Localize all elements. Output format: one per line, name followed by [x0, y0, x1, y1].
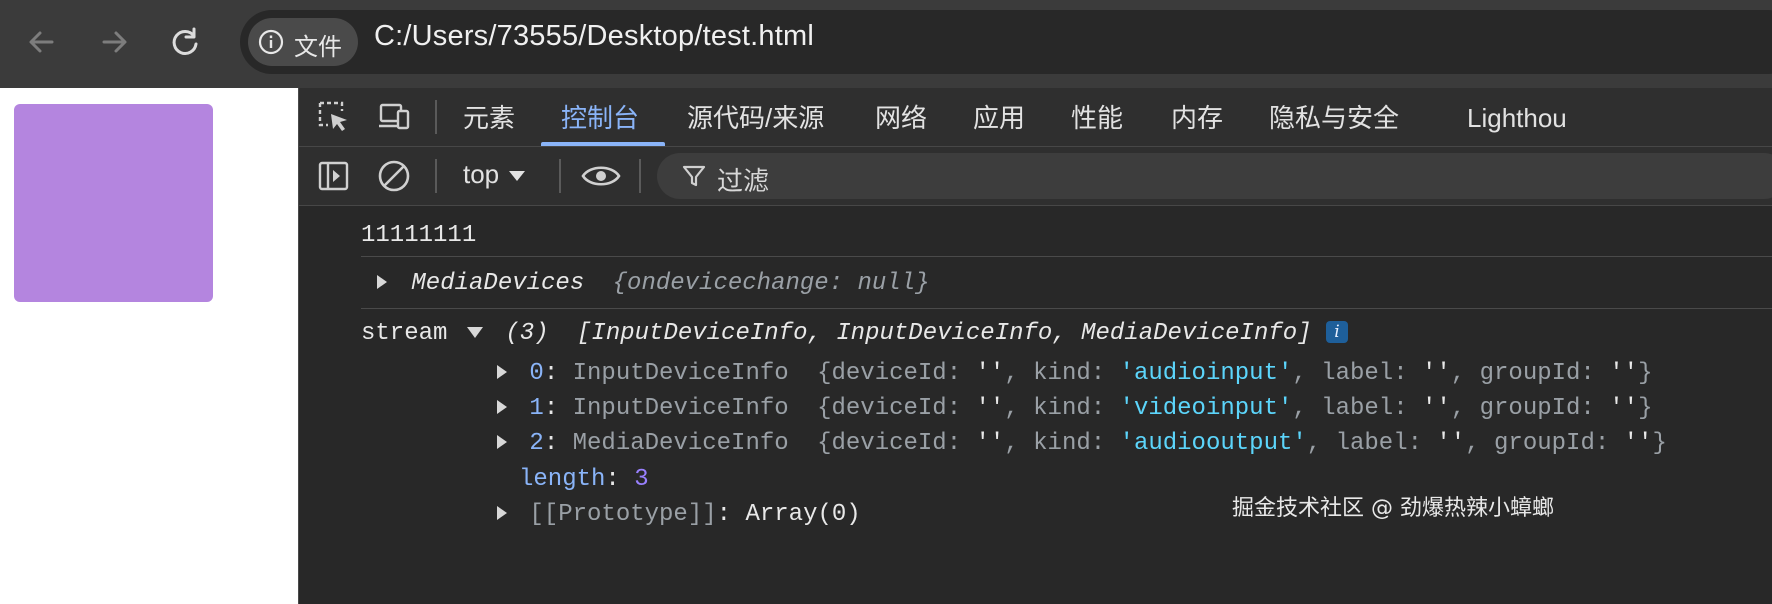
filter-placeholder: 过滤: [717, 166, 770, 196]
expand-arrow-icon[interactable]: [497, 365, 507, 379]
clear-console-button[interactable]: [377, 159, 411, 193]
tab-network[interactable]: 网络: [875, 88, 927, 146]
sidebar-toggle-button[interactable]: [317, 159, 351, 193]
tab-sources[interactable]: 源代码/来源: [687, 88, 824, 146]
object-name: MediaDevices: [411, 270, 585, 297]
info-icon: [258, 29, 284, 55]
url-text[interactable]: C:/Users/73555/Desktop/test.html: [374, 20, 814, 53]
item-label: '': [1436, 430, 1466, 457]
watermark: 掘金技术社区 @ 劲爆热辣小蟑螂: [1232, 496, 1554, 521]
back-button[interactable]: [20, 20, 64, 64]
item-groupid: '': [1609, 360, 1639, 387]
toolbar-divider: [639, 159, 641, 193]
arrow-right-icon: [102, 31, 127, 53]
active-tab-indicator: [541, 142, 665, 146]
info-badge-icon[interactable]: i: [1325, 321, 1348, 343]
prototype-value: Array(0): [745, 501, 861, 528]
select-element-icon: [318, 101, 347, 131]
console-log-1: 11111111: [361, 222, 477, 249]
array-count: (3): [505, 320, 549, 347]
item-index: 2: [529, 430, 544, 457]
prototype-key: [[Prototype]]: [529, 501, 717, 528]
inspect-element-button[interactable]: [317, 100, 351, 134]
console-log-mediadevices[interactable]: MediaDevices {ondevicechange: null}: [377, 270, 930, 297]
device-toolbar-button[interactable]: [377, 100, 411, 134]
devtools-panel: 元素 控制台 源代码/来源 网络 应用 性能 内存 隐私与安全 Lighthou…: [298, 88, 1772, 604]
expand-arrow-icon[interactable]: [497, 435, 507, 449]
length-key: length: [519, 466, 606, 493]
item-kind: 'videoinput': [1119, 395, 1293, 422]
object-value: null: [857, 270, 916, 297]
expand-arrow-icon[interactable]: [377, 275, 387, 289]
item-label: '': [1422, 395, 1451, 422]
item-kind: 'audioinput': [1119, 360, 1293, 387]
console-log-stream-label: stream: [361, 320, 448, 347]
stream-item-0[interactable]: 0: InputDeviceInfo {deviceId: '', kind: …: [497, 360, 1652, 387]
row-separator: [361, 256, 1772, 257]
object-preview: {ondevicechange: null}: [612, 270, 930, 297]
context-label: top: [463, 159, 500, 189]
live-expression-button[interactable]: [581, 159, 621, 193]
arrow-left-icon: [29, 31, 54, 53]
reload-icon: [172, 27, 198, 55]
devtools-tabbar: 元素 控制台 源代码/来源 网络 应用 性能 内存 隐私与安全 Lighthou: [299, 88, 1772, 147]
item-groupid: '': [1623, 430, 1653, 457]
item-groupid: '': [1609, 395, 1639, 422]
tab-lighthouse[interactable]: Lighthou: [1467, 88, 1567, 146]
eye-icon: [581, 166, 621, 186]
toolbar-divider: [435, 159, 437, 193]
item-index: 1: [529, 395, 544, 422]
toolbar-divider: [435, 100, 437, 134]
tab-elements[interactable]: 元素: [463, 88, 515, 146]
stream-item-2[interactable]: 2: MediaDeviceInfo {deviceId: '', kind: …: [497, 430, 1667, 457]
purple-square: [14, 104, 213, 302]
tab-privacy-security[interactable]: 隐私与安全: [1269, 88, 1399, 146]
tab-performance[interactable]: 性能: [1071, 88, 1123, 146]
toolbar-divider: [559, 159, 561, 193]
filter-input[interactable]: 过滤: [657, 153, 1772, 199]
device-icon: [379, 103, 410, 130]
expand-arrow-icon[interactable]: [497, 506, 507, 520]
stream-prototype[interactable]: [[Prototype]]: Array(0): [497, 501, 861, 528]
tab-console[interactable]: 控制台: [561, 88, 639, 146]
row-separator: [361, 308, 1772, 309]
stream-array-header[interactable]: (3) [InputDeviceInfo, InputDeviceInfo, M…: [467, 320, 1348, 347]
browser-toolbar: 文件 C:/Users/73555/Desktop/test.html: [0, 0, 1772, 88]
collapse-arrow-icon[interactable]: [467, 327, 483, 339]
array-summary: [InputDeviceInfo, InputDeviceInfo, Media…: [577, 320, 1312, 347]
item-kind: 'audiooutput': [1119, 430, 1307, 457]
stream-item-1[interactable]: 1: InputDeviceInfo {deviceId: '', kind: …: [497, 395, 1652, 422]
expand-arrow-icon[interactable]: [497, 400, 507, 414]
tab-memory[interactable]: 内存: [1171, 88, 1223, 146]
item-index: 0: [529, 360, 544, 387]
clear-icon: [378, 160, 410, 192]
forward-button[interactable]: [92, 20, 136, 64]
context-selector[interactable]: top: [463, 159, 526, 190]
stream-length: length: 3: [519, 466, 649, 493]
reload-button[interactable]: [163, 20, 207, 64]
item-deviceid: '': [975, 430, 1005, 457]
item-type: MediaDeviceInfo: [572, 430, 789, 457]
tab-application[interactable]: 应用: [973, 88, 1025, 146]
caret-down-icon: [509, 171, 526, 182]
item-type: InputDeviceInfo: [572, 395, 789, 422]
item-label: '': [1422, 360, 1451, 387]
site-info-label: 文件: [294, 34, 342, 61]
sidebar-icon: [318, 161, 349, 191]
site-info-button[interactable]: 文件: [248, 18, 358, 66]
console-toolbar: top 过滤: [299, 147, 1772, 206]
filter-icon: [682, 165, 706, 187]
item-deviceid: '': [975, 360, 1005, 387]
length-value: 3: [634, 466, 649, 493]
object-key: ondevicechange: [627, 270, 829, 297]
item-type: InputDeviceInfo: [572, 360, 789, 387]
item-deviceid: '': [975, 395, 1005, 422]
